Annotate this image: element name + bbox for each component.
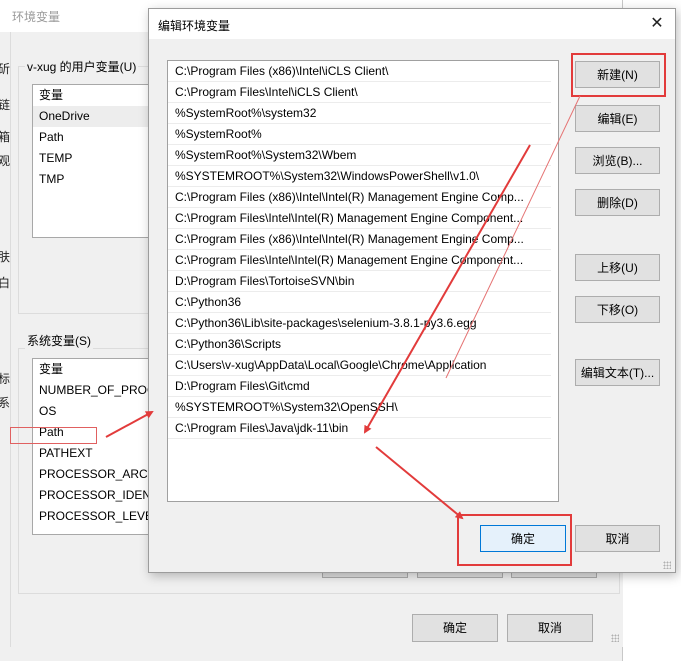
strip-text: 白 [0,276,11,290]
cancel-button[interactable]: 取消 [575,525,660,552]
close-icon[interactable]: ✕ [647,14,667,34]
strip-text: 系 [0,396,11,410]
list-item[interactable]: %SystemRoot%\System32\Wbem [168,145,551,166]
new-button[interactable]: 新建(N) [575,61,660,88]
edit-button[interactable]: 编辑(E) [575,105,660,132]
user-variables-label: v-xug 的用户变量(U) [25,58,139,75]
strip-text: 肤 [0,250,11,264]
list-item[interactable]: C:\Python36\Scripts [168,334,551,355]
list-item[interactable]: C:\Program Files\Intel\Intel(R) Manageme… [168,250,551,271]
ok-button[interactable]: 确定 [480,525,566,552]
strip-text: 观 [0,154,11,168]
list-item[interactable]: %SYSTEMROOT%\System32\OpenSSH\ [168,397,551,418]
strip-text: 链 [0,98,11,112]
dialog-title: 编辑环境变量 [158,19,231,33]
edit-environment-variable-dialog: 编辑环境变量 ✕ C:\Program Files (x86)\Intel\iC… [148,8,676,573]
resize-grip-icon[interactable] [663,561,671,569]
system-variables-label: 系统变量(S) [25,332,93,349]
strip-text: 标 [0,372,11,386]
list-item[interactable]: C:\Python36\Lib\site-packages\selenium-3… [168,313,551,334]
list-item[interactable]: C:\Program Files\Intel\Intel(R) Manageme… [168,208,551,229]
list-item[interactable]: C:\Python36 [168,292,551,313]
list-item[interactable]: C:\Program Files (x86)\Intel\Intel(R) Ma… [168,187,551,208]
move-up-button[interactable]: 上移(U) [575,254,660,281]
list-item[interactable]: C:\Users\v-xug\AppData\Local\Google\Chro… [168,355,551,376]
list-item[interactable]: D:\Program Files\Git\cmd [168,376,551,397]
env-cancel-button[interactable]: 取消 [507,614,593,642]
path-entries-list[interactable]: C:\Program Files (x86)\Intel\iCLS Client… [167,60,559,502]
list-item[interactable]: %SystemRoot%\system32 [168,103,551,124]
list-item[interactable]: C:\Program Files\Intel\iCLS Client\ [168,82,551,103]
delete-button[interactable]: 删除(D) [575,189,660,216]
list-item[interactable]: C:\Program Files (x86)\Intel\Intel(R) Ma… [168,229,551,250]
browse-button[interactable]: 浏览(B)... [575,147,660,174]
resize-grip-icon[interactable] [611,634,619,642]
strip-text: 箱 [0,130,11,144]
dialog-title-bar: 编辑环境变量 ✕ [149,9,675,39]
window-title: 环境变量 [12,10,61,24]
list-item[interactable]: D:\Program Files\TortoiseSVN\bin [168,271,551,292]
list-item[interactable]: %SYSTEMROOT%\System32\WindowsPowerShell\… [168,166,551,187]
env-ok-button[interactable]: 确定 [412,614,498,642]
list-item[interactable]: C:\Program Files\Java\jdk-11\bin [168,418,551,439]
list-item[interactable]: %SystemRoot% [168,124,551,145]
edit-text-button[interactable]: 编辑文本(T)... [575,359,660,386]
strip-text: 斫 [0,62,11,76]
list-item[interactable]: C:\Program Files (x86)\Intel\iCLS Client… [168,61,551,82]
move-down-button[interactable]: 下移(O) [575,296,660,323]
